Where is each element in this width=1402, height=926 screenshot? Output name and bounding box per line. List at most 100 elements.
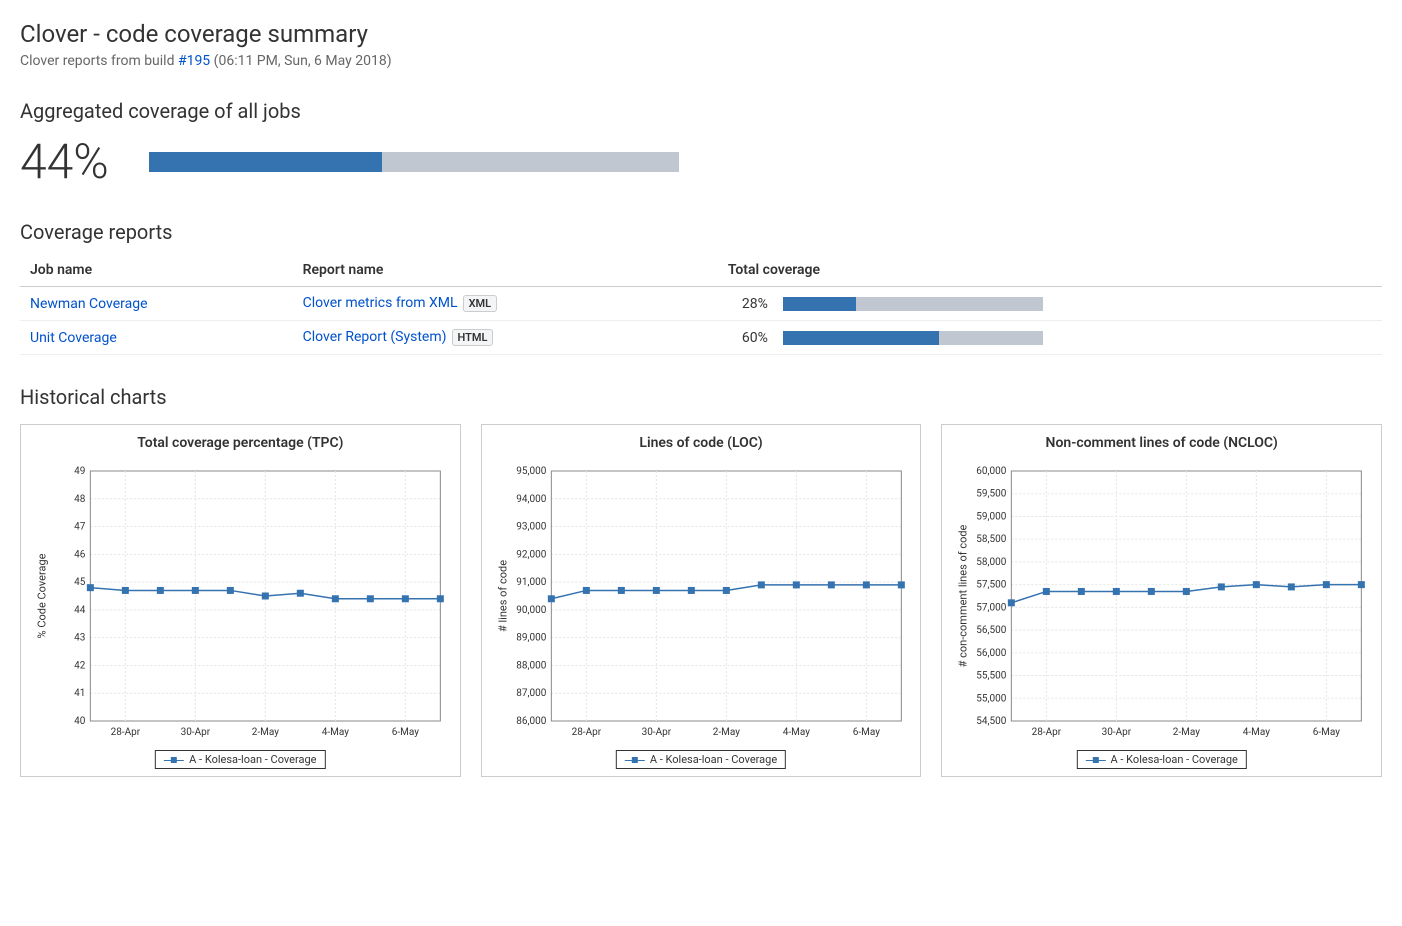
job-link[interactable]: Newman Coverage: [30, 296, 148, 312]
subtitle-prefix: Clover reports from build: [20, 53, 178, 69]
table-row: Unit Coverage Clover Report (System)HTML…: [20, 321, 1382, 355]
report-cell: Clover Report (System)HTML: [293, 321, 718, 355]
col-report: Report name: [293, 254, 718, 287]
aggregated-bar-fill: [149, 152, 382, 172]
chart-legend: A - Kolesa-loan - Coverage: [155, 750, 325, 769]
svg-text:30-Apr: 30-Apr: [641, 727, 671, 738]
svg-text:90,000: 90,000: [516, 605, 546, 616]
svg-text:28-Apr: 28-Apr: [1032, 727, 1062, 738]
aggregated-percent: 44%: [20, 133, 109, 190]
svg-text:91,000: 91,000: [516, 577, 546, 588]
svg-text:54,500: 54,500: [977, 716, 1007, 727]
svg-text:6-May: 6-May: [392, 727, 419, 738]
chart-title: Total coverage percentage (TPC): [26, 435, 455, 451]
svg-text:41: 41: [74, 688, 85, 699]
svg-text:49: 49: [74, 466, 85, 477]
chart-area: 40 41 42 43 44 45 46 47 48 49 28-Apr 30-Apr 2-May 4-M…: [26, 461, 455, 771]
chart-legend: A - Kolesa-loan - Coverage: [1076, 750, 1246, 769]
svg-text:57,000: 57,000: [977, 602, 1007, 613]
chart-title: Non-comment lines of code (NCLOC): [947, 435, 1376, 451]
svg-text:45: 45: [74, 577, 86, 588]
legend-label: A - Kolesa-loan - Coverage: [650, 753, 777, 766]
aggregated-row: 44%: [20, 133, 1382, 190]
page-title: Clover - code coverage summary: [20, 20, 1382, 48]
report-cell: Clover metrics from XML XML: [293, 287, 718, 321]
build-link[interactable]: #195: [178, 53, 210, 69]
svg-text:55,500: 55,500: [977, 671, 1007, 682]
reports-heading: Coverage reports: [20, 220, 1382, 244]
svg-text:59,000: 59,000: [977, 511, 1007, 522]
svg-text:59,500: 59,500: [977, 489, 1007, 500]
svg-text:42: 42: [74, 660, 86, 671]
table-row: Newman Coverage Clover metrics from XML X…: [20, 287, 1382, 321]
svg-text:% Code Coverage: % Code Coverage: [35, 553, 48, 638]
svg-text:57,500: 57,500: [977, 580, 1007, 591]
svg-text:86,000: 86,000: [516, 716, 546, 727]
aggregated-bar: [149, 152, 679, 172]
chart-box: Non-comment lines of code (NCLOC) 54,500…: [941, 424, 1382, 777]
svg-text:95,000: 95,000: [516, 466, 546, 477]
svg-text:# con-comment lines of code: # con-comment lines of code: [957, 524, 970, 667]
svg-text:4-May: 4-May: [322, 727, 349, 738]
svg-text:43: 43: [74, 633, 85, 644]
coverage-bar: [783, 297, 1043, 311]
legend-label: A - Kolesa-loan - Coverage: [1110, 753, 1237, 766]
legend-marker-icon: [164, 755, 184, 765]
report-link[interactable]: Clover Report (System): [303, 329, 447, 345]
svg-text:30-Apr: 30-Apr: [1102, 727, 1132, 738]
svg-text:93,000: 93,000: [516, 522, 546, 533]
reports-table: Job name Report name Total coverage Newm…: [20, 254, 1382, 355]
svg-text:6-May: 6-May: [852, 727, 879, 738]
coverage-cell: 28%: [718, 287, 1382, 321]
chart-title: Lines of code (LOC): [487, 435, 916, 451]
svg-text:4-May: 4-May: [782, 727, 809, 738]
col-coverage: Total coverage: [718, 254, 1382, 287]
chart-box: Lines of code (LOC) 86,000 87,000 88,000 89…: [481, 424, 922, 777]
chart-box: Total coverage percentage (TPC) 40 41 42 43…: [20, 424, 461, 777]
svg-text:56,500: 56,500: [977, 625, 1007, 636]
svg-text:55,000: 55,000: [977, 693, 1007, 704]
coverage-bar-fill: [783, 297, 856, 311]
col-job: Job name: [20, 254, 293, 287]
chart-area: 86,000 87,000 88,000 89,000 90,000 91,000 92,0…: [487, 461, 916, 771]
svg-text:2-May: 2-May: [252, 727, 279, 738]
svg-text:56,000: 56,000: [977, 648, 1007, 659]
coverage-cell: 60%: [718, 321, 1382, 355]
svg-text:2-May: 2-May: [712, 727, 739, 738]
svg-text:44: 44: [74, 605, 86, 616]
coverage-pct: 60%: [728, 330, 768, 346]
svg-text:89,000: 89,000: [516, 633, 546, 644]
job-cell: Newman Coverage: [20, 287, 293, 321]
table-header-row: Job name Report name Total coverage: [20, 254, 1382, 287]
svg-text:6-May: 6-May: [1313, 727, 1340, 738]
job-link[interactable]: Unit Coverage: [30, 330, 117, 346]
charts-row: Total coverage percentage (TPC) 40 41 42 43…: [20, 424, 1382, 777]
historical-heading: Historical charts: [20, 385, 1382, 409]
svg-text:40: 40: [74, 716, 86, 727]
svg-text:2-May: 2-May: [1173, 727, 1200, 738]
svg-text:30-Apr: 30-Apr: [181, 727, 211, 738]
svg-text:92,000: 92,000: [516, 549, 546, 560]
svg-text:28-Apr: 28-Apr: [111, 727, 141, 738]
svg-text:48: 48: [74, 494, 86, 505]
chart-legend: A - Kolesa-loan - Coverage: [616, 750, 786, 769]
svg-text:58,000: 58,000: [977, 557, 1007, 568]
format-tag: XML: [463, 295, 498, 312]
svg-text:58,500: 58,500: [977, 534, 1007, 545]
legend-label: A - Kolesa-loan - Coverage: [189, 753, 316, 766]
svg-text:87,000: 87,000: [516, 688, 546, 699]
svg-text:28-Apr: 28-Apr: [571, 727, 601, 738]
svg-text:88,000: 88,000: [516, 660, 546, 671]
coverage-bar-fill: [783, 331, 939, 345]
report-link[interactable]: Clover metrics from XML: [303, 295, 458, 311]
job-cell: Unit Coverage: [20, 321, 293, 355]
subtitle-suffix: (06:11 PM, Sun, 6 May 2018): [210, 53, 391, 69]
svg-text:46: 46: [74, 549, 86, 560]
page-subtitle: Clover reports from build #195 (06:11 PM…: [20, 53, 1382, 69]
coverage-bar: [783, 331, 1043, 345]
aggregated-heading: Aggregated coverage of all jobs: [20, 99, 1382, 123]
legend-marker-icon: [625, 755, 645, 765]
svg-text:# lines of code: # lines of code: [496, 560, 509, 632]
svg-text:60,000: 60,000: [977, 466, 1007, 477]
svg-text:47: 47: [74, 522, 86, 533]
